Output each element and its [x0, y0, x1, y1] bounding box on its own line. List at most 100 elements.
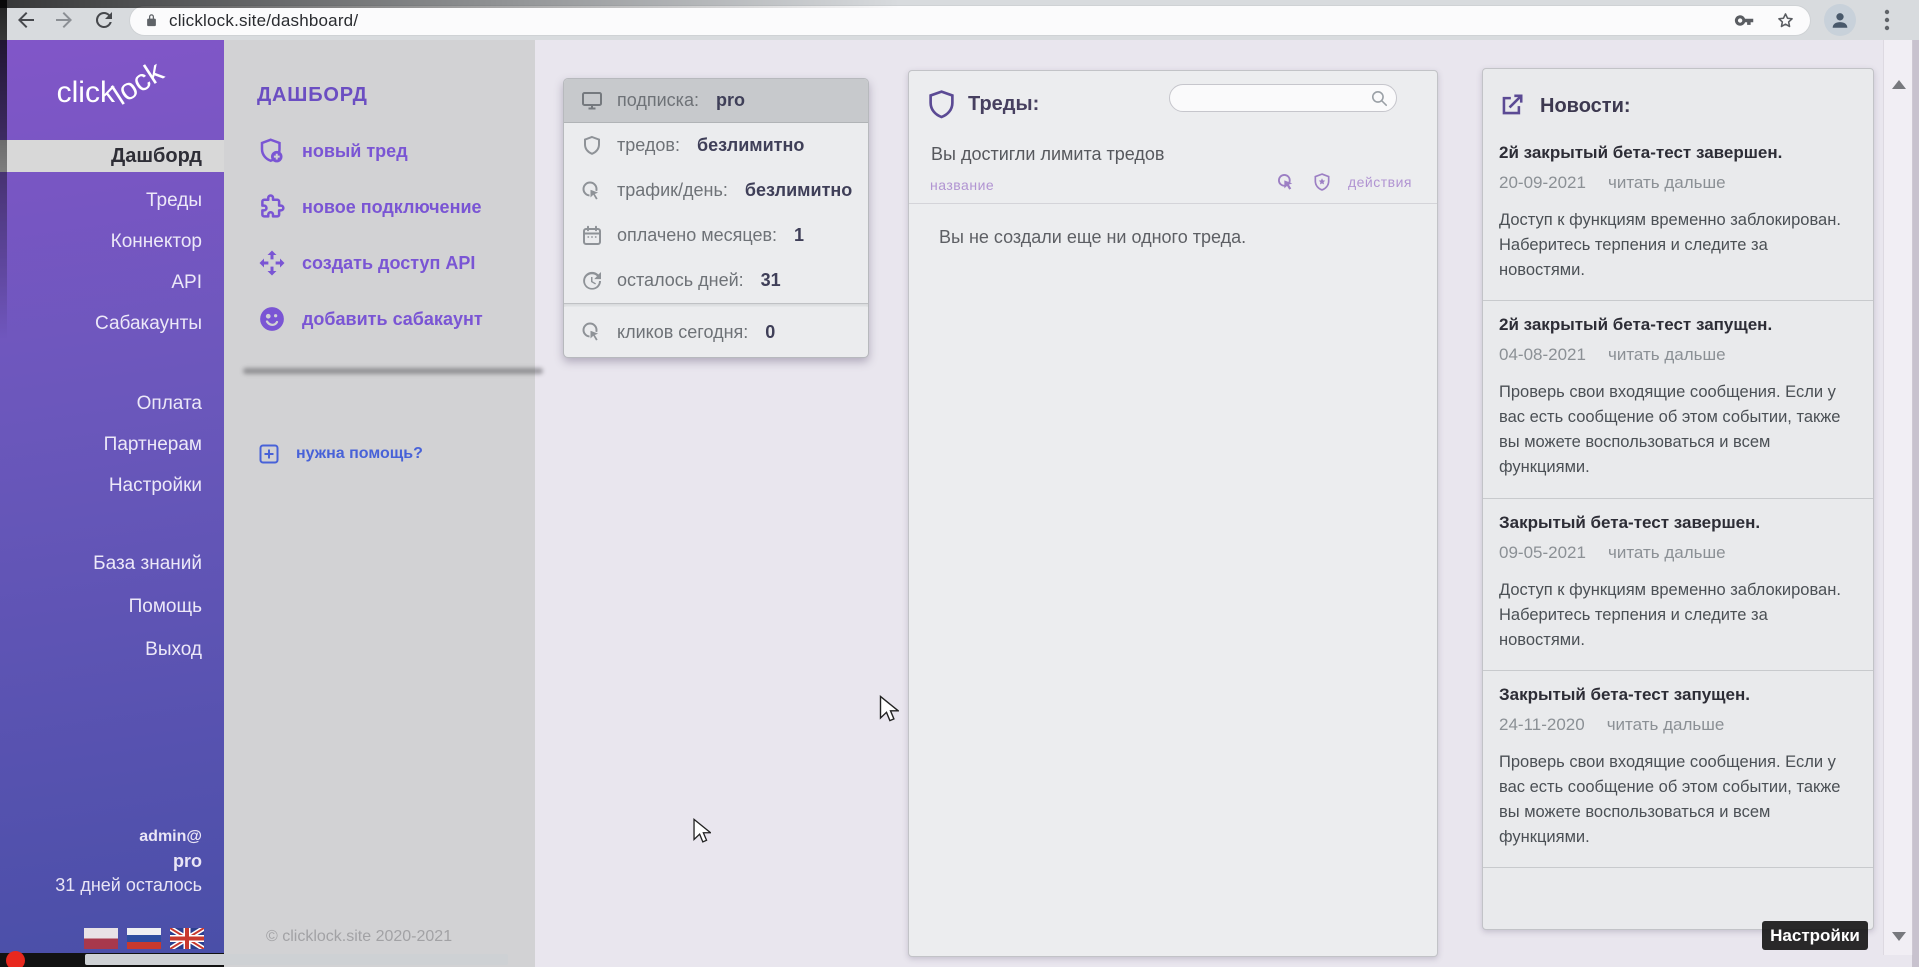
clock-icon [580, 269, 604, 293]
read-more-link[interactable]: читать дальше [1608, 345, 1726, 365]
shield-icon [927, 89, 956, 122]
stat-threads: тредов: безлимитно [564, 123, 868, 168]
shield-plus-icon [257, 136, 287, 166]
back-icon[interactable] [14, 8, 38, 32]
news-item-date: 04-08-2021 [1499, 345, 1586, 365]
search-icon[interactable] [1370, 89, 1389, 108]
stat-value: pro [716, 90, 745, 111]
click-icon [580, 179, 604, 203]
click-icon[interactable] [1276, 172, 1296, 192]
sidebar-item-payment[interactable]: Оплата [0, 383, 224, 424]
stat-label: трафик/день: [617, 180, 728, 201]
news-item-body: Проверь свои входящие сообщения. Если у … [1499, 380, 1857, 480]
news-item-date: 20-09-2021 [1499, 173, 1586, 193]
video-vignette [1912, 40, 1919, 967]
read-more-link[interactable]: читать дальше [1608, 173, 1726, 193]
stat-value: 1 [794, 225, 804, 246]
sidebar-item-logout[interactable]: Выход [0, 628, 224, 671]
stat-paid-months: оплачено месяцев: 1 [564, 213, 868, 258]
video-vignette [0, 0, 7, 340]
stat-subscription: подписка: pro [564, 79, 868, 123]
add-subaccount-label: добавить сабакаунт [302, 309, 483, 330]
flag-pl-icon[interactable] [84, 928, 118, 949]
news-item: 2й закрытый бета-тест завершен. 20-09-20… [1483, 129, 1873, 301]
stat-clicks-today: кликов сегодня: 0 [564, 307, 868, 357]
sidebar-item-connector[interactable]: Коннектор [0, 221, 224, 262]
stat-value: безлимитно [697, 135, 804, 156]
news-panel: Новости: 2й закрытый бета-тест завершен.… [1482, 68, 1874, 930]
player-progress-buffer[interactable] [85, 954, 508, 965]
sidebar-item-partners[interactable]: Партнерам [0, 424, 224, 465]
news-item-date: 09-05-2021 [1499, 543, 1586, 563]
threads-search-input[interactable] [1169, 84, 1397, 112]
news-item-body: Проверь свои входящие сообщения. Если у … [1499, 750, 1857, 850]
stat-days-left: осталось дней: 31 [564, 258, 868, 303]
stat-value: 31 [761, 270, 781, 291]
click-icon [580, 320, 604, 344]
shield-star-icon[interactable] [1312, 172, 1332, 192]
stat-label: оплачено месяцев: [617, 225, 777, 246]
new-thread-label: новый тред [302, 141, 408, 162]
address-bar[interactable]: clicklock.site/dashboard/ [130, 6, 1810, 35]
player-progress-handle[interactable] [6, 951, 25, 967]
sidebar-item-threads[interactable]: Треды [0, 180, 224, 221]
stat-traffic: трафик/день: безлимитно [564, 168, 868, 213]
key-icon[interactable] [1734, 10, 1755, 31]
new-thread-button[interactable]: новый тред [257, 123, 483, 179]
read-more-link[interactable]: читать дальше [1608, 543, 1726, 563]
star-icon[interactable] [1775, 10, 1796, 31]
threads-panel: Треды: Вы достигли лимита тредов названи… [908, 70, 1438, 957]
scroll-up-icon[interactable] [1892, 80, 1906, 89]
menu-dots-icon[interactable] [1884, 9, 1890, 31]
sidebar-item-help[interactable]: Помощь [0, 585, 224, 628]
threads-empty-message: Вы не создали еще ни одного треда. [939, 227, 1246, 248]
create-api-access-button[interactable]: создать доступ API [257, 235, 483, 291]
account-email: admin@ [55, 828, 202, 846]
sidebar-item-subaccounts[interactable]: Сабакаунты [0, 303, 224, 344]
news-item: Закрытый бета-тест запущен. 24-11-2020 ч… [1483, 671, 1873, 868]
divider [243, 368, 543, 374]
stat-value: безлимитно [745, 180, 852, 201]
mouse-cursor [692, 818, 711, 846]
dashboard-panel-title: ДАШБОРД [257, 84, 368, 107]
player-settings-tooltip: Настройки [1762, 921, 1868, 950]
shield-icon [580, 134, 604, 158]
forward-icon[interactable] [52, 8, 76, 32]
add-subaccount-button[interactable]: добавить сабакаунт [257, 291, 483, 347]
news-title: Новости: [1540, 95, 1631, 118]
sidebar-item-settings[interactable]: Настройки [0, 465, 224, 506]
news-item-body: Доступ к функциям временно заблокирован.… [1499, 208, 1857, 283]
account-plan: pro [55, 851, 202, 872]
need-help-link[interactable]: нужна помощь? [257, 442, 423, 466]
page-scrollbar[interactable] [1883, 40, 1913, 955]
url-text[interactable]: clicklock.site/dashboard/ [169, 11, 358, 31]
help-plus-icon [257, 442, 281, 466]
flag-ru-icon[interactable] [127, 928, 161, 949]
sidebar-item-dashboard[interactable]: Дашборд [0, 140, 224, 172]
account-info: admin@ pro 31 дней осталось [55, 828, 202, 896]
stat-label: осталось дней: [617, 270, 744, 291]
sidebar-item-knowledge-base[interactable]: База знаний [0, 542, 224, 585]
new-connection-button[interactable]: новое подключение [257, 179, 483, 235]
stat-value: 0 [765, 322, 775, 343]
flag-uk-icon[interactable] [170, 928, 204, 949]
profile-icon[interactable] [1824, 4, 1856, 36]
logo[interactable]: clicklock [0, 40, 224, 140]
news-item-title: 2й закрытый бета-тест завершен. [1499, 143, 1857, 163]
stat-label: тредов: [617, 135, 680, 156]
read-more-link[interactable]: читать дальше [1607, 715, 1725, 735]
video-vignette [0, 0, 900, 8]
sidebar-item-api[interactable]: API [0, 262, 224, 303]
column-header-actions: действия [1276, 172, 1412, 192]
puzzle-icon [257, 192, 287, 222]
divider [909, 203, 1437, 204]
news-item-title: 2й закрытый бета-тест запущен. [1499, 315, 1857, 335]
language-switcher [84, 928, 204, 949]
scroll-down-icon[interactable] [1892, 932, 1906, 941]
stat-label: кликов сегодня: [617, 322, 748, 343]
copyright: © clicklock.site 2020-2021 [266, 928, 452, 946]
new-connection-label: новое подключение [302, 197, 482, 218]
news-item-title: Закрытый бета-тест завершен. [1499, 513, 1857, 533]
refresh-icon[interactable] [92, 8, 116, 32]
external-link-icon [1498, 91, 1526, 119]
